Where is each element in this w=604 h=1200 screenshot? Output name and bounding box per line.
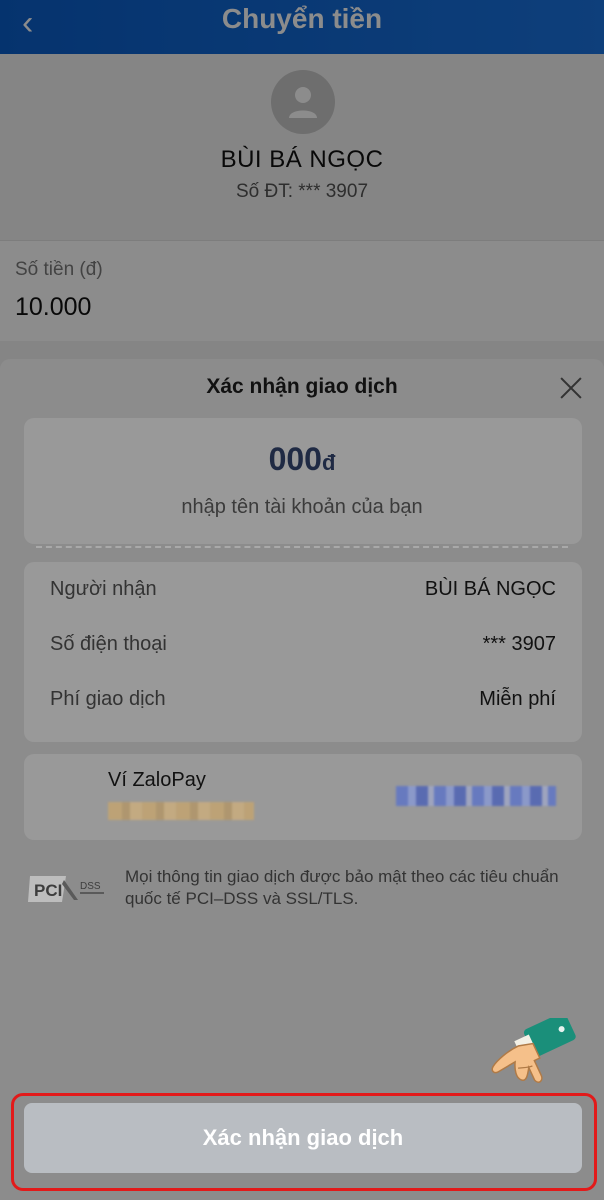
wallet-account-blurred xyxy=(396,786,556,806)
sheet-title: Xác nhận giao dịch xyxy=(206,375,398,398)
wallet-name: Ví ZaloPay xyxy=(108,769,206,791)
confirm-transaction-button[interactable]: Xác nhận giao dịch xyxy=(24,1103,582,1173)
detail-label-recipient: Người nhận xyxy=(50,578,157,600)
detail-value-phone: *** 3907 xyxy=(482,633,556,655)
svg-text:DSS: DSS xyxy=(80,881,101,892)
detail-label-phone: Số điện thoại xyxy=(50,633,167,655)
wallet-balance-blurred xyxy=(108,802,254,820)
amount-card xyxy=(24,418,582,544)
security-notice: Mọi thông tin giao dịch được bảo mật the… xyxy=(125,867,559,908)
detail-value-recipient: BÙI BÁ NGỌC xyxy=(424,578,556,600)
detail-value-fee: Miễn phí xyxy=(479,688,556,710)
pci-dss-logo: PCI DSS xyxy=(28,876,104,902)
account-hint: nhập tên tài khoản của bạn xyxy=(181,496,423,518)
pointing-hand-icon xyxy=(491,1018,576,1083)
close-icon[interactable] xyxy=(556,373,586,403)
svg-text:PCI: PCI xyxy=(34,881,62,900)
amount-display: 000đ xyxy=(0,441,604,478)
detail-label-fee: Phí giao dịch xyxy=(50,688,166,710)
currency-symbol: đ xyxy=(321,450,336,475)
amount-display-value: 000 xyxy=(268,441,322,477)
dashed-divider xyxy=(36,546,568,548)
